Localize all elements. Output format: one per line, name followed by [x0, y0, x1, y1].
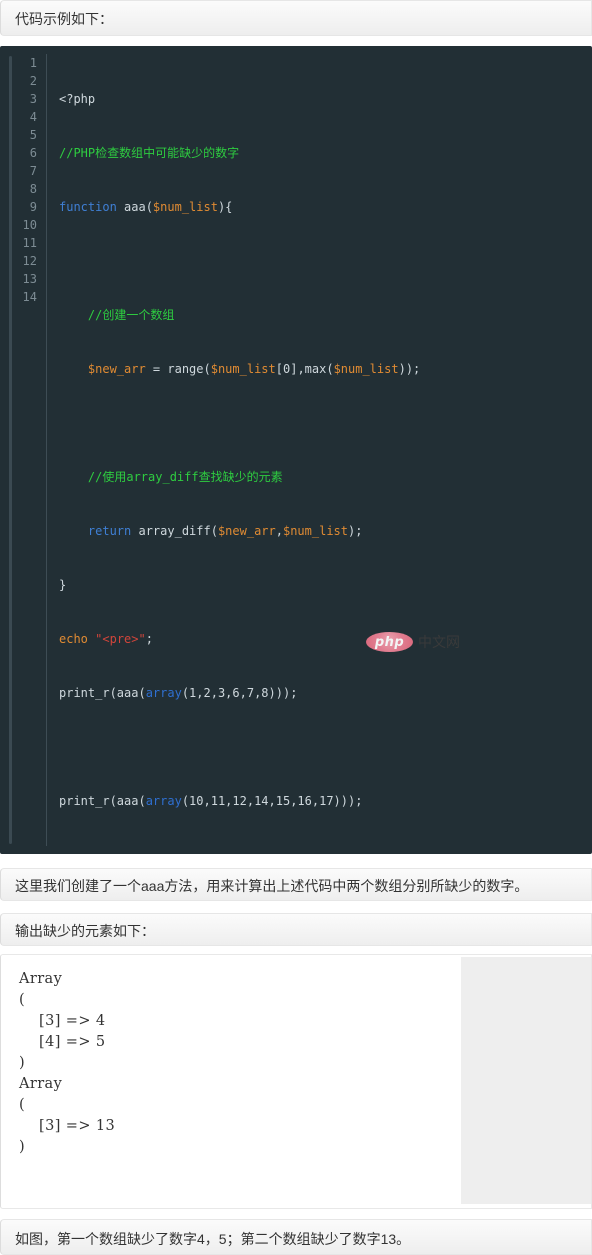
code-seg: //PHP检查数组中可能缺少的数字: [59, 146, 240, 160]
line-number: 6: [29, 146, 37, 160]
code-seg: (10,11,12,14,15,16,17)));: [181, 794, 363, 808]
code-line: return array_diff($new_arr,$num_list);: [59, 522, 420, 540]
code-seg-keyword: function: [59, 200, 117, 214]
code-seg-variable: $new_arr: [217, 524, 276, 538]
code-seg-string: "<pre>": [95, 632, 146, 646]
code-line: }: [59, 576, 420, 594]
code-line: $new_arr = range($num_list[0],max($num_l…: [59, 360, 420, 378]
line-number: 8: [29, 182, 37, 196]
code-line: print_r(aaa(array(1,2,3,6,7,8)));: [59, 684, 420, 702]
code-seg: //使用array_diff查找缺少的元素: [59, 470, 283, 484]
code-seg-variable: $num_list: [282, 524, 349, 538]
code-line-numbers: 1 2 3 4 5 6 7 8 9 10 11 12 13 14: [0, 54, 47, 846]
code-seg: }: [59, 578, 67, 592]
line-number: 7: [29, 164, 37, 178]
output-label-note: 输出缺少的元素如下：: [0, 913, 592, 946]
output-label-note-text: 输出缺少的元素如下：: [15, 923, 155, 939]
code-seg-variable: $num_list: [333, 362, 399, 376]
code-seg: print_r(aaa(: [59, 794, 146, 808]
code-seg: print_r(aaa(: [59, 686, 146, 700]
line-number: 14: [22, 290, 37, 304]
code-line: function aaa($num_list){: [59, 198, 420, 216]
code-seg: ){: [217, 200, 233, 214]
intro-note: 代码示例如下：: [0, 0, 592, 36]
line-number: 4: [29, 110, 37, 124]
line-number: 5: [29, 128, 37, 142]
code-line: <?php: [59, 90, 420, 108]
conclusion-note: 如图，第一个数组缺少了数字4，5；第二个数组缺少了数字13。: [0, 1219, 592, 1255]
line-number: 13: [22, 272, 37, 286]
code-seg: [0],max(: [275, 362, 334, 376]
line-number: 1: [29, 56, 37, 70]
code-seg-variable: $num_list: [152, 200, 218, 214]
output-text: Array ( [3] => 4 [4] => 5 ) Array ( [3] …: [19, 971, 116, 1155]
line-number: 11: [22, 236, 37, 250]
code-seg: ,: [275, 524, 283, 538]
code-seg: <?php: [59, 92, 96, 106]
code-line: //创建一个数组: [59, 306, 420, 324]
code-seg-function: array: [145, 686, 182, 700]
code-block: 1 2 3 4 5 6 7 8 9 10 11 12 13 14 <?php /…: [0, 46, 592, 854]
php-watermark-label: 中文网: [418, 635, 460, 651]
explanation-note-text: 这里我们创建了一个aaa方法，用来计算出上述代码中两个数组分别所缺少的数字。: [15, 878, 529, 894]
code-line: //PHP检查数组中可能缺少的数字: [59, 144, 420, 162]
code-seg: //创建一个数组: [59, 308, 175, 322]
code-seg: );: [348, 524, 363, 538]
php-watermark: php 中文网: [366, 632, 460, 652]
code-source[interactable]: <?php //PHP检查数组中可能缺少的数字 function aaa($nu…: [47, 54, 420, 846]
code-seg-keyword: return: [59, 524, 132, 538]
line-number: 3: [29, 92, 37, 106]
code-seg: ;: [145, 632, 153, 646]
intro-note-text: 代码示例如下：: [15, 11, 113, 27]
code-seg: = range(: [145, 362, 211, 376]
php-logo-icon: php: [366, 632, 413, 652]
line-number: 9: [29, 200, 37, 214]
line-number: 2: [29, 74, 37, 88]
code-seg-variable: $new_arr: [59, 362, 146, 376]
explanation-note: 这里我们创建了一个aaa方法，用来计算出上述代码中两个数组分别所缺少的数字。: [0, 868, 592, 901]
code-seg-keyword: echo: [59, 632, 88, 646]
code-line: //使用array_diff查找缺少的元素: [59, 468, 420, 486]
code-seg: (1,2,3,6,7,8)));: [181, 686, 298, 700]
code-block-inner: 1 2 3 4 5 6 7 8 9 10 11 12 13 14 <?php /…: [0, 54, 592, 846]
line-number: 10: [22, 218, 37, 232]
line-number: 12: [22, 254, 37, 268]
output-side-panel: [461, 957, 591, 1204]
code-seg: array_diff(: [131, 524, 218, 538]
code-seg-function: array: [145, 794, 182, 808]
program-output-block: Array ( [3] => 4 [4] => 5 ) Array ( [3] …: [0, 954, 592, 1209]
code-seg: aaa(: [116, 200, 153, 214]
code-scroll-rail[interactable]: [9, 56, 12, 844]
code-seg-variable: $num_list: [210, 362, 276, 376]
conclusion-note-text: 如图，第一个数组缺少了数字4，5；第二个数组缺少了数字13。: [15, 1231, 411, 1247]
code-seg: ));: [398, 362, 421, 376]
code-line: print_r(aaa(array(10,11,12,14,15,16,17))…: [59, 792, 420, 810]
